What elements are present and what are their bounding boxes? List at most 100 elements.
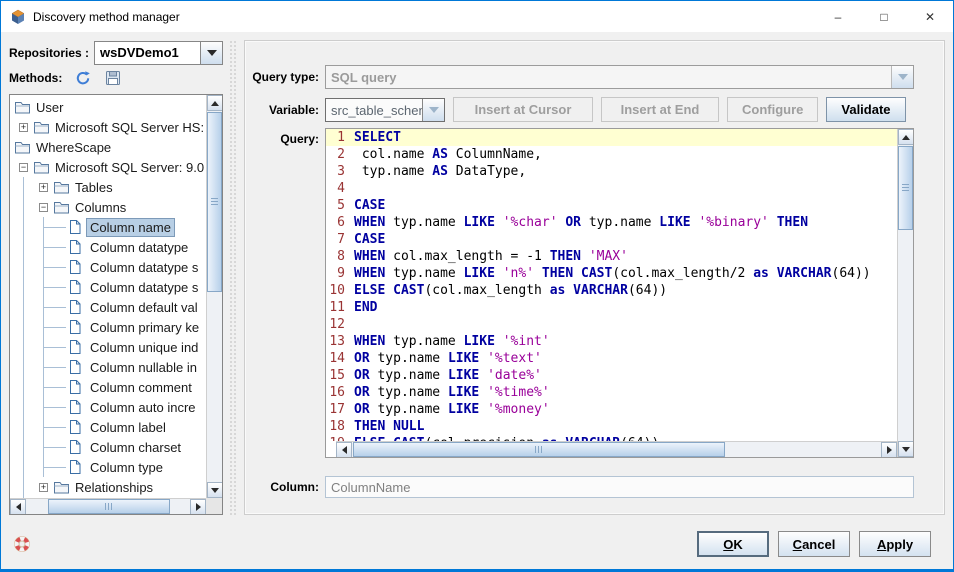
tree-item-label: Column datatype s <box>87 259 201 276</box>
scroll-down-button[interactable] <box>898 441 914 457</box>
code-line[interactable]: 7CASE <box>326 231 897 248</box>
collapse-icon[interactable]: − <box>19 163 28 172</box>
code-line[interactable]: 14OR typ.name LIKE '%text' <box>326 350 897 367</box>
scroll-up-button[interactable] <box>898 129 914 145</box>
apply-button[interactable]: Apply <box>859 531 931 557</box>
tree-item[interactable]: +Relationships <box>14 477 206 497</box>
variable-dropdown-arrow[interactable] <box>422 99 444 121</box>
line-number: 12 <box>326 316 350 333</box>
help-lifebuoy-icon[interactable] <box>13 535 31 553</box>
repositories-dropdown-arrow[interactable] <box>200 42 222 64</box>
insert-at-cursor-button[interactable]: Insert at Cursor <box>453 97 593 122</box>
variable-combobox[interactable]: src_table_schema <box>325 98 445 122</box>
expand-icon[interactable]: + <box>39 183 48 192</box>
tree-guide <box>14 377 34 397</box>
tree-item[interactable]: − Microsoft SQL Server: 9.0 - <box>14 157 206 177</box>
tree-item-label: Column name <box>87 219 174 236</box>
scrollbar-thumb[interactable] <box>207 112 222 292</box>
tree-horizontal-scrollbar[interactable] <box>10 498 206 514</box>
file-icon <box>68 419 87 435</box>
scroll-down-button[interactable] <box>207 482 223 498</box>
code-line[interactable]: 17OR typ.name LIKE '%money' <box>326 401 897 418</box>
tree-guide <box>34 417 54 437</box>
code-line[interactable]: 10ELSE CAST(col.max_length as VARCHAR(64… <box>326 282 897 299</box>
scrollbar-thumb[interactable] <box>48 499 170 514</box>
file-icon <box>68 299 87 315</box>
tree-item[interactable]: Column unique ind <box>14 337 206 357</box>
configure-button[interactable]: Configure <box>727 97 818 122</box>
code-line[interactable]: 5CASE <box>326 197 897 214</box>
code-line[interactable]: 6WHEN typ.name LIKE '%char' OR typ.name … <box>326 214 897 231</box>
tree-item[interactable]: Column primary ke <box>14 317 206 337</box>
scroll-right-button[interactable] <box>881 442 897 458</box>
tree-item[interactable]: Column comment <box>14 377 206 397</box>
editor-horizontal-scrollbar[interactable] <box>336 441 897 457</box>
code-line[interactable]: 11END <box>326 299 897 316</box>
code-line[interactable]: 8WHEN col.max_length = -1 THEN 'MAX' <box>326 248 897 265</box>
query-type-label: Query type: <box>251 70 325 84</box>
tree-item[interactable]: Column datatype s <box>14 257 206 277</box>
expand-icon[interactable]: + <box>39 483 48 492</box>
close-button[interactable]: ✕ <box>907 1 953 32</box>
tree-guide <box>34 257 54 277</box>
cancel-button[interactable]: Cancel <box>778 531 850 557</box>
panel-splitter[interactable] <box>229 40 238 515</box>
scroll-up-button[interactable] <box>207 95 223 111</box>
tree-item[interactable]: Column datatype s <box>14 277 206 297</box>
title-bar[interactable]: Discovery method manager – □ ✕ <box>1 1 953 32</box>
validate-button[interactable]: Validate <box>826 97 905 122</box>
scrollbar-thumb[interactable] <box>898 146 913 230</box>
scroll-right-button[interactable] <box>190 499 206 515</box>
tree-guide <box>34 297 54 317</box>
tree-item[interactable]: +Microsoft SQL Server HS: 9 <box>14 117 206 137</box>
methods-tree-panel: User+Microsoft SQL Server HS: 9WhereScap… <box>9 94 223 515</box>
scrollbar-thumb[interactable] <box>353 442 725 457</box>
code-line[interactable]: 2 col.name AS ColumnName, <box>326 146 897 163</box>
code-line[interactable]: 3 typ.name AS DataType, <box>326 163 897 180</box>
code-line[interactable]: 1SELECT <box>326 129 897 146</box>
code-line[interactable]: 12 <box>326 316 897 333</box>
code-line[interactable]: 13WHEN typ.name LIKE '%int' <box>326 333 897 350</box>
tree-item[interactable]: WhereScape <box>14 137 206 157</box>
tree-item[interactable]: +Tables <box>14 177 206 197</box>
expand-icon[interactable]: + <box>19 123 28 132</box>
code-line[interactable]: 16OR typ.name LIKE '%time%' <box>326 384 897 401</box>
tree-item-label: Microsoft SQL Server: 9.0 - <box>52 159 206 176</box>
editor-vertical-scrollbar[interactable] <box>897 129 913 457</box>
scroll-left-button[interactable] <box>336 442 352 458</box>
tree-item[interactable]: Column name <box>14 217 206 237</box>
ok-button[interactable]: OK <box>697 531 769 557</box>
tree-item[interactable]: Column auto incre <box>14 397 206 417</box>
thumb-grip <box>535 446 542 453</box>
maximize-button[interactable]: □ <box>861 1 907 32</box>
code-text: END <box>350 299 377 316</box>
chevron-down-icon <box>898 74 908 85</box>
methods-row: Methods: <box>9 66 223 90</box>
repositories-combobox[interactable]: wsDVDemo1 <box>94 41 223 65</box>
save-icon[interactable] <box>104 69 122 87</box>
code-line[interactable]: 15OR typ.name LIKE 'date%' <box>326 367 897 384</box>
tree-item[interactable]: Column type <box>14 457 206 477</box>
insert-at-end-button[interactable]: Insert at End <box>601 97 719 122</box>
minimize-button[interactable]: – <box>815 1 861 32</box>
scrollbar-corner <box>206 498 222 514</box>
tree-connector <box>54 337 68 357</box>
code-line[interactable]: 18THEN NULL <box>326 418 897 435</box>
tree-item[interactable]: Column datatype <box>14 237 206 257</box>
refresh-icon[interactable] <box>74 69 92 87</box>
tree-item[interactable]: −Columns <box>14 197 206 217</box>
tree-item[interactable]: User <box>14 97 206 117</box>
tree-item[interactable]: Column default val <box>14 297 206 317</box>
tree-item[interactable]: Column nullable in <box>14 357 206 377</box>
tree-guide <box>14 357 34 377</box>
tree-item[interactable]: Column charset <box>14 437 206 457</box>
code-line[interactable]: 9WHEN typ.name LIKE 'n%' THEN CAST(col.m… <box>326 265 897 282</box>
column-field[interactable]: ColumnName <box>325 476 914 498</box>
code-line[interactable]: 4 <box>326 180 897 197</box>
sql-editor[interactable]: 1SELECT2 col.name AS ColumnName,3 typ.na… <box>325 128 914 458</box>
file-icon <box>68 219 87 235</box>
tree-item[interactable]: Column label <box>14 417 206 437</box>
scroll-left-button[interactable] <box>10 499 26 515</box>
collapse-icon[interactable]: − <box>39 203 48 212</box>
tree-vertical-scrollbar[interactable] <box>206 95 222 498</box>
